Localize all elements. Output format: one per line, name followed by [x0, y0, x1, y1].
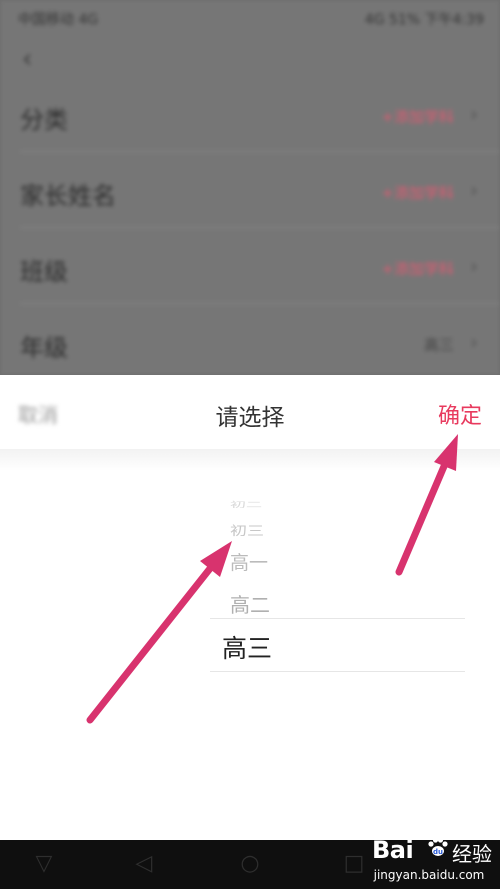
- grade-picker-wheel[interactable]: 初二 初三 高一 高二 高三: [0, 475, 500, 795]
- status-carrier: 中国移动 4G: [18, 12, 99, 28]
- selection-line-top: [210, 618, 465, 619]
- form-row-value: +添加学科: [381, 108, 454, 126]
- selection-line-bottom: [210, 671, 465, 672]
- picker-option[interactable]: 初二: [230, 499, 262, 510]
- form-row-label: 年级: [20, 334, 68, 362]
- form-row-category[interactable]: 分类 +添加学科 ›: [0, 76, 500, 152]
- watermark-url: jingyan.baidu.com: [373, 868, 485, 882]
- form-row-value: +添加学科: [381, 184, 454, 202]
- back-icon: ▽: [35, 851, 53, 876]
- chevron-right-icon: ›: [470, 254, 478, 278]
- picker-title: 请选择: [215, 405, 285, 431]
- picker-sheet: 取消 请选择 确定 初二 初三 高一 高二 高三: [0, 375, 500, 840]
- chevron-right-icon: ›: [470, 330, 478, 354]
- back-button[interactable]: ‹: [22, 46, 48, 72]
- form-row-parent-name[interactable]: 家长姓名 +添加学科 ›: [0, 152, 500, 228]
- watermark-product: 经验: [452, 842, 492, 866]
- watermark: Bai du 经验 jingyan.baidu.com: [364, 826, 494, 886]
- form-row-grade[interactable]: 年级 高三 ›: [0, 304, 500, 375]
- nav-home-button[interactable]: ◁: [130, 850, 158, 878]
- form-row-label: 班级: [20, 258, 68, 286]
- form-row-label: 家长姓名: [20, 182, 116, 210]
- home-icon: ◁: [135, 851, 153, 876]
- watermark-brand: Bai: [372, 836, 414, 864]
- svg-text:du: du: [433, 848, 443, 856]
- status-indicators: 4G 51% 下午4:39: [364, 12, 484, 28]
- nav-back-button[interactable]: ▽: [30, 850, 58, 878]
- chevron-right-icon: ›: [470, 178, 478, 202]
- form-row-value: 高三: [423, 336, 454, 354]
- form-row-class[interactable]: 班级 +添加学科 ›: [0, 228, 500, 304]
- recent-apps-icon: ○: [240, 851, 260, 876]
- status-bar: 中国移动 4G 4G 51% 下午4:39: [0, 0, 500, 38]
- form-row-value: +添加学科: [381, 260, 454, 278]
- chevron-left-icon: ‹: [22, 44, 33, 74]
- picker-option[interactable]: 高二: [230, 589, 270, 618]
- picker-option-selected[interactable]: 高三: [222, 629, 272, 665]
- header-shadow: [0, 449, 500, 471]
- nav-recent-button[interactable]: ○: [236, 850, 264, 878]
- form-row-label: 分类: [20, 106, 68, 134]
- chevron-right-icon: ›: [470, 102, 478, 126]
- confirm-button[interactable]: 确定: [438, 398, 482, 430]
- picker-option[interactable]: 高一: [230, 548, 268, 575]
- picker-header: 取消 请选择 确定: [0, 375, 500, 449]
- background-screen: 中国移动 4G 4G 51% 下午4:39 ‹ 分类 +添加学科 › 家长姓名 …: [0, 0, 500, 375]
- paw-icon: du: [428, 837, 448, 856]
- menu-icon: □: [343, 851, 365, 876]
- picker-option[interactable]: 初三: [230, 520, 264, 539]
